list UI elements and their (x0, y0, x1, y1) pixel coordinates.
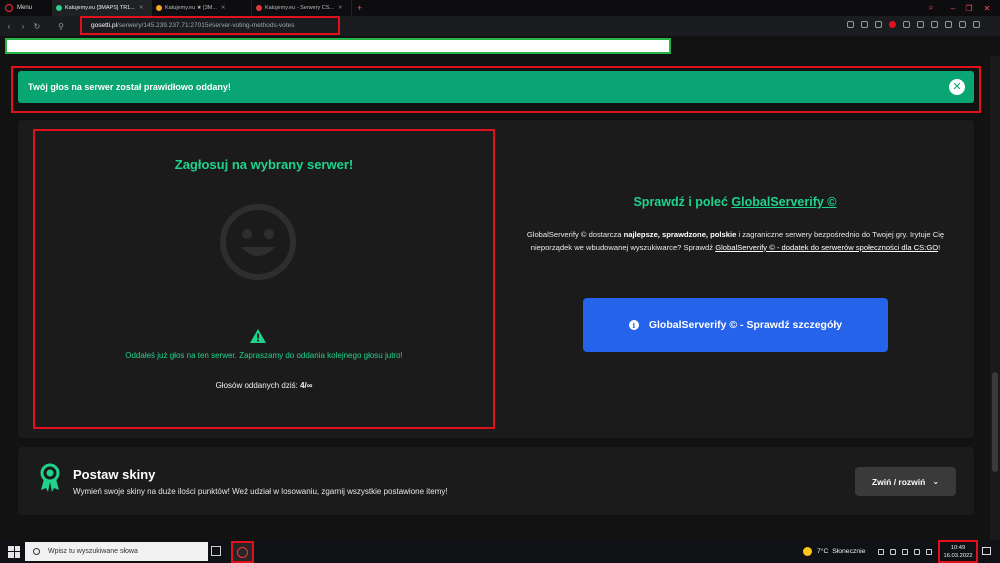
favicon-icon (56, 5, 63, 11)
temperature: 7°C (817, 548, 829, 555)
reload-icon[interactable]: ↻ (30, 22, 44, 31)
url-domain: gosetti.pl (91, 22, 118, 29)
gs-heading-prefix: Sprawdź i poleć (633, 195, 728, 209)
skins-description: Wymień swoje skiny na duże ilości punktó… (73, 487, 448, 496)
browser-menu-button[interactable]: Menu (17, 5, 32, 11)
globalserverify-heading: Sprawdź i poleć GlobalServerify © (515, 195, 955, 209)
gs-desc-link[interactable]: GlobalServerify © - dodatek do serwerów … (715, 243, 938, 252)
heart-icon[interactable] (917, 21, 924, 28)
bookmarks-bar-highlight (5, 38, 671, 54)
extensions-icon[interactable] (931, 21, 938, 28)
wallet-icon[interactable] (945, 21, 952, 28)
taskbar-search-input[interactable]: Wpisz tu wyszukiwane słowa (25, 542, 208, 561)
skins-title: Postaw skiny (73, 467, 156, 482)
search-icon (33, 548, 40, 555)
task-view-icon[interactable] (211, 546, 221, 556)
globalserverify-details-button[interactable]: i GlobalServerify © - Sprawdź szczegóły (583, 298, 888, 352)
vote-title: Zagłosuj na wybrany serwer! (174, 157, 354, 172)
vote-success-alert: Twój głos na serwer został prawidłowo od… (18, 71, 974, 103)
opera-logo-icon[interactable] (5, 4, 13, 12)
tab-katujemy-3[interactable]: Katujemy.eu - Serwery CS... ✕ (252, 0, 353, 16)
gs-desc-end: ! (938, 242, 941, 252)
edit-icon[interactable] (861, 21, 868, 28)
cloud-icon[interactable] (890, 549, 896, 555)
back-icon[interactable]: ‹ (2, 22, 16, 31)
toolbar-icons (847, 21, 980, 28)
forward-icon[interactable]: › (16, 22, 30, 31)
tab-title: Katujemy.eu - Serwery CS... (265, 5, 334, 11)
player-icon[interactable] (903, 21, 910, 28)
tab-close-icon[interactable]: ✕ (139, 5, 144, 11)
wifi-icon[interactable] (914, 549, 920, 555)
volume-icon[interactable] (926, 549, 932, 555)
votes-today-label: Głosów oddanych dziś: (215, 381, 298, 390)
clock-time: 10:49 (950, 545, 966, 551)
alert-message: Twój głos na serwer został prawidłowo od… (28, 82, 231, 92)
notifications-icon[interactable] (982, 547, 991, 555)
favicon-icon (156, 5, 163, 11)
taskbar-clock[interactable]: 10:49 16.03.2022 (938, 540, 978, 563)
taskbar-search-placeholder: Wpisz tu wyszukiwane słowa (48, 548, 138, 555)
url-path: /serwery/145.239.237.71:27015#server-vot… (117, 22, 295, 29)
search-icon[interactable] (847, 21, 854, 28)
chevron-down-icon: ⌄ (932, 477, 940, 486)
tab-katujemy-1[interactable]: Katujemy.eu [3MAPS] TR1... ✕ (52, 0, 153, 16)
tab-katujemy-2[interactable]: Katujemy.eu ★ [3M... ✕ (152, 0, 253, 16)
clock-date: 16.03.2022 (943, 553, 973, 559)
tab-close-icon[interactable]: ✕ (221, 5, 226, 11)
already-voted-message: Oddałeś już głos na ten serwer. Zaprasza… (125, 351, 403, 360)
download-icon[interactable] (959, 21, 966, 28)
system-tray (878, 549, 932, 555)
vpn-icon[interactable] (889, 21, 896, 28)
windows-start-icon[interactable] (8, 545, 20, 558)
weather-widget[interactable]: 7°C Słonecznie (803, 547, 865, 556)
url-input[interactable]: gosetti.pl/serwery/145.239.237.71:27015#… (80, 16, 340, 35)
sun-icon (803, 547, 812, 556)
new-tab-button[interactable]: + (357, 3, 362, 13)
toggle-label: Zwiń / rozwiń (871, 476, 926, 487)
opera-icon (237, 546, 248, 558)
tab-title: Katujemy.eu [3MAPS] TR1... (65, 5, 135, 11)
tab-search-icon[interactable]: ⌕ (920, 0, 942, 16)
smiley-icon (220, 204, 296, 280)
gs-desc-bold: najlepsze, sprawdzone, polskie (623, 230, 737, 239)
votes-today: Głosów oddanych dziś: 4/∞ (35, 381, 493, 390)
award-icon (40, 463, 60, 492)
gs-heading-link[interactable]: GlobalServerify © (731, 195, 836, 209)
camera-icon[interactable] (875, 21, 882, 28)
battery-icon[interactable] (902, 549, 908, 555)
gs-button-label: GlobalServerify © - Sprawdź szczegóły (648, 319, 843, 331)
settings-icon[interactable] (973, 21, 980, 28)
gs-desc-part1: GlobalServerify © dostarcza (526, 230, 622, 239)
taskbar-opera-app[interactable] (231, 541, 254, 563)
browser-tab-strip: Menu Katujemy.eu [3MAPS] TR1... ✕ Katuje… (0, 0, 1000, 16)
tab-close-icon[interactable]: ✕ (338, 5, 343, 11)
warning-icon (250, 329, 266, 343)
votes-today-value: 4/∞ (300, 381, 313, 390)
scrollbar-thumb[interactable] (992, 372, 998, 472)
info-icon: i (628, 320, 639, 330)
skins-panel (18, 447, 974, 515)
speed-dial-icon[interactable]: ⚲ (54, 22, 68, 31)
alert-close-icon[interactable]: ✕ (949, 79, 965, 95)
chevron-up-icon[interactable] (878, 549, 884, 555)
globalserverify-description: GlobalServerify © dostarcza najlepsze, s… (512, 229, 959, 254)
weather-condition: Słonecznie (832, 548, 866, 555)
close-window-icon[interactable]: ✕ (976, 0, 998, 16)
favicon-icon (256, 5, 263, 11)
collapse-expand-button[interactable]: Zwiń / rozwiń ⌄ (855, 467, 956, 496)
tab-title: Katujemy.eu ★ [3M... (165, 5, 217, 11)
